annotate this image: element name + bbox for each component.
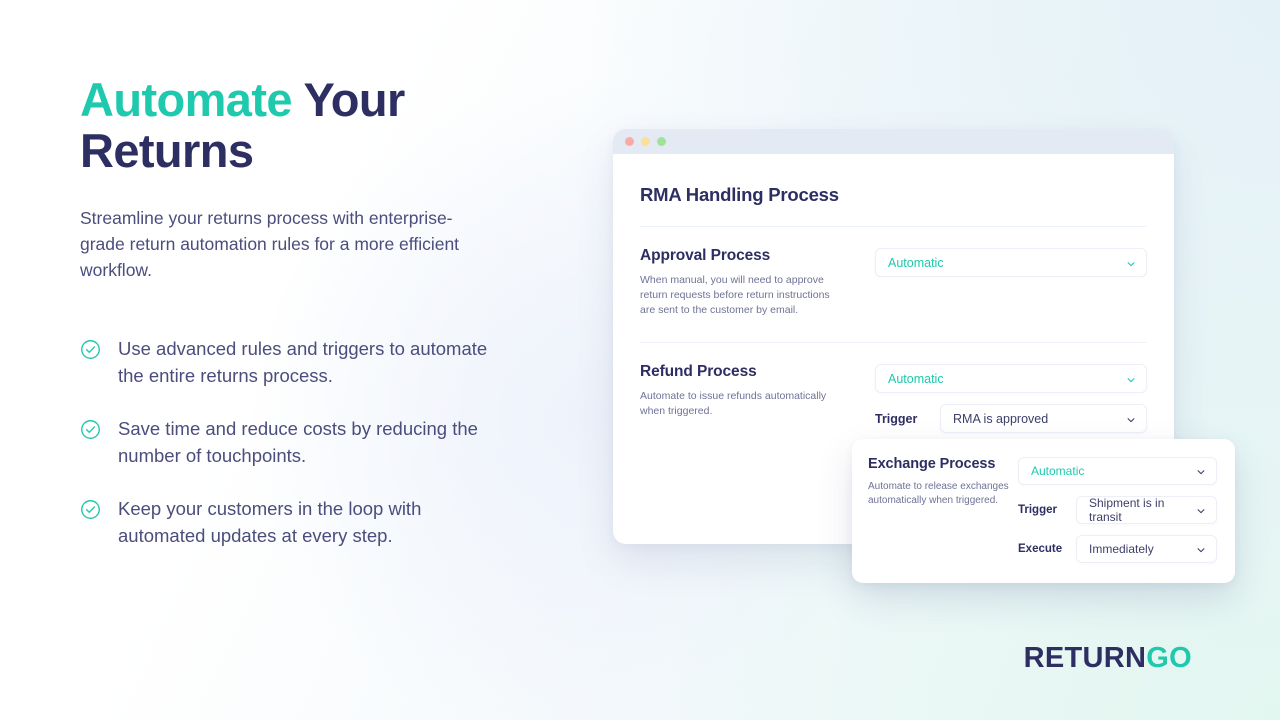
- exchange-execute-value: Immediately: [1089, 542, 1154, 556]
- section-controls: Automatic Trigger Shipment is in transit…: [1018, 456, 1217, 583]
- list-item: Keep your customers in the loop with aut…: [80, 495, 550, 549]
- exchange-trigger-row: Trigger Shipment is in transit: [1018, 496, 1217, 524]
- list-item: Save time and reduce costs by reducing t…: [80, 415, 550, 469]
- refund-mode-select[interactable]: Automatic: [875, 364, 1147, 393]
- chevron-down-icon: [1196, 505, 1206, 515]
- section-title: Exchange Process: [868, 456, 996, 472]
- exchange-execute-label: Execute: [1018, 543, 1063, 555]
- section-controls: Automatic: [875, 247, 1147, 318]
- section-info: Exchange Process Automate to release exc…: [868, 456, 1018, 583]
- hero-content: Automate Your Returns Streamline your re…: [80, 74, 550, 549]
- page-title: Automate Your Returns: [80, 74, 550, 176]
- chevron-down-icon: [1126, 374, 1136, 384]
- maximize-dot-green-icon[interactable]: [657, 137, 666, 146]
- exchange-trigger-value: Shipment is in transit: [1089, 496, 1165, 524]
- refund-trigger-select[interactable]: RMA is approved: [940, 404, 1147, 433]
- section-title: Refund Process: [640, 363, 757, 380]
- chevron-down-icon: [1126, 258, 1136, 268]
- refund-trigger-value: RMA is approved: [953, 411, 1049, 426]
- chevron-down-icon: [1196, 544, 1206, 554]
- exchange-execute-row: Execute Immediately: [1018, 535, 1217, 563]
- refund-trigger-row: Trigger RMA is approved: [875, 404, 1147, 433]
- section-description: Automate to release exchanges automatica…: [868, 481, 1009, 506]
- exchange-trigger-label: Trigger: [1018, 504, 1057, 516]
- list-item-label: Keep your customers in the loop with aut…: [118, 498, 422, 546]
- list-item: Use advanced rules and triggers to autom…: [80, 335, 550, 389]
- section-title: Approval Process: [640, 247, 771, 264]
- section-description: When manual, you will need to approve re…: [640, 274, 830, 316]
- approval-mode-value: Automatic: [888, 255, 944, 270]
- section-info: Refund Process Automate to issue refunds…: [640, 363, 875, 473]
- exchange-mode-value: Automatic: [1031, 464, 1085, 478]
- section-approval-process: Approval Process When manual, you will n…: [640, 227, 1147, 318]
- check-circle-icon: [80, 499, 101, 520]
- approval-mode-select[interactable]: Automatic: [875, 248, 1147, 277]
- exchange-mode-select[interactable]: Automatic: [1018, 457, 1217, 485]
- section-info: Approval Process When manual, you will n…: [640, 247, 875, 318]
- chevron-down-icon: [1196, 466, 1206, 476]
- check-circle-icon: [80, 339, 101, 360]
- exchange-execute-select[interactable]: Immediately: [1076, 535, 1217, 563]
- list-item-label: Use advanced rules and triggers to autom…: [118, 338, 488, 386]
- list-item-label: Save time and reduce costs by reducing t…: [118, 418, 478, 466]
- refund-trigger-label: Trigger: [875, 411, 918, 426]
- logo-part-return: RETURN: [1023, 642, 1147, 674]
- chevron-down-icon: [1126, 414, 1136, 424]
- exchange-process-card: Exchange Process Automate to release exc…: [852, 439, 1235, 583]
- card-title: RMA Handling Process: [640, 184, 839, 205]
- feature-list: Use advanced rules and triggers to autom…: [80, 335, 550, 549]
- headline-accent-text: Automate: [80, 73, 293, 126]
- exchange-trigger-select[interactable]: Shipment is in transit: [1076, 496, 1217, 524]
- window-body: RMA Handling Process Approval Process Wh…: [613, 154, 1174, 473]
- refund-mode-value: Automatic: [888, 371, 944, 386]
- logo-part-go: GO: [1146, 642, 1192, 674]
- minimize-dot-yellow-icon[interactable]: [641, 137, 650, 146]
- brand-logo: RETURNGO: [1024, 642, 1192, 675]
- section-description: Automate to issue refunds automatically …: [640, 390, 827, 417]
- window-titlebar: [613, 129, 1174, 154]
- hero-subtitle: Streamline your returns process with ent…: [80, 208, 460, 280]
- check-circle-icon: [80, 419, 101, 440]
- close-dot-red-icon[interactable]: [625, 137, 634, 146]
